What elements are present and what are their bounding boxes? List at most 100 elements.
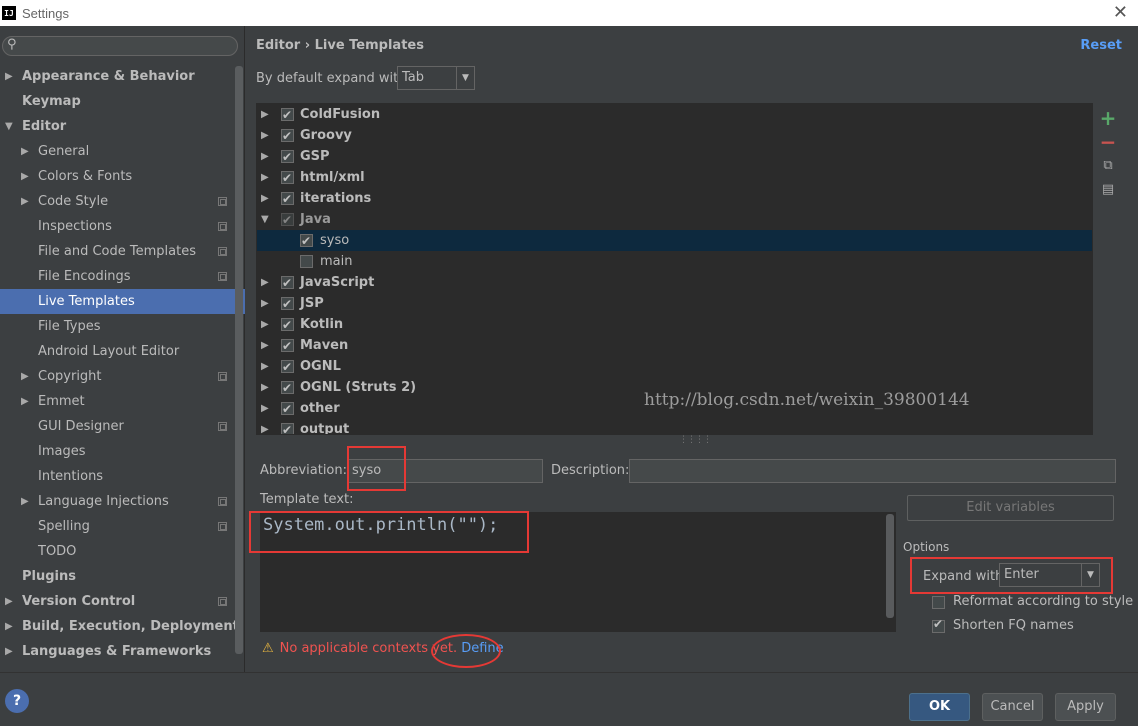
template-checkbox[interactable] bbox=[281, 189, 294, 210]
help-icon[interactable]: ? bbox=[5, 689, 29, 713]
apply-button[interactable]: Apply bbox=[1055, 693, 1116, 721]
template-checkbox[interactable] bbox=[300, 255, 313, 268]
add-icon[interactable]: + bbox=[1098, 106, 1118, 130]
sidebar-item-inspections[interactable]: Inspections bbox=[0, 214, 245, 239]
template-group-row[interactable]: ▶ OGNL bbox=[257, 356, 1092, 378]
template-checkbox[interactable] bbox=[281, 399, 294, 420]
template-checkbox[interactable] bbox=[281, 336, 294, 357]
sidebar-item-android-layout-editor[interactable]: Android Layout Editor bbox=[0, 339, 245, 364]
reformat-checkbox[interactable] bbox=[932, 596, 945, 609]
shorten-fq-checkbox[interactable] bbox=[932, 617, 945, 633]
template-group-row[interactable]: ▶ Maven bbox=[257, 335, 1092, 357]
template-group-row[interactable]: ▶ Kotlin bbox=[257, 314, 1092, 336]
sidebar-item-version-control[interactable]: ▶ Version Control bbox=[0, 589, 245, 614]
editor-scrollbar[interactable] bbox=[886, 514, 894, 618]
template-group-row[interactable]: ▼ Java bbox=[257, 209, 1092, 231]
expand-right-icon[interactable]: ▶ bbox=[261, 146, 269, 167]
sidebar-item-copyright[interactable]: ▶ Copyright bbox=[0, 364, 245, 389]
sidebar-item-general[interactable]: ▶ General bbox=[0, 139, 245, 164]
copy-icon[interactable]: ⧉ bbox=[1098, 154, 1118, 178]
template-checkbox[interactable] bbox=[281, 420, 294, 434]
expand-right-icon[interactable]: ▶ bbox=[5, 589, 13, 614]
expand-right-icon[interactable]: ▶ bbox=[261, 125, 269, 146]
expand-right-icon[interactable]: ▶ bbox=[21, 489, 29, 514]
sidebar-item-spelling[interactable]: Spelling bbox=[0, 514, 245, 539]
template-item-row[interactable]: syso bbox=[257, 230, 1092, 252]
sidebar-item-code-style[interactable]: ▶ Code Style bbox=[0, 189, 245, 214]
expand-right-icon[interactable]: ▶ bbox=[21, 164, 29, 189]
expand-right-icon[interactable]: ▶ bbox=[261, 314, 269, 335]
template-checkbox[interactable] bbox=[281, 357, 294, 378]
expand-right-icon[interactable]: ▶ bbox=[261, 335, 269, 356]
cancel-button[interactable]: Cancel bbox=[982, 693, 1043, 721]
template-group-row[interactable]: ▶ GSP bbox=[257, 146, 1092, 168]
expand-down-icon[interactable]: ▼ bbox=[261, 209, 269, 230]
expand-right-icon[interactable]: ▶ bbox=[21, 389, 29, 414]
default-expand-select[interactable]: Tab ▼ bbox=[397, 66, 475, 90]
template-checkbox[interactable] bbox=[281, 168, 294, 189]
expand-right-icon[interactable]: ▶ bbox=[261, 188, 269, 209]
sidebar-item-intentions[interactable]: Intentions bbox=[0, 464, 245, 489]
description-label: Description: bbox=[551, 463, 630, 478]
sidebar-item-colors-fonts[interactable]: ▶ Colors & Fonts bbox=[0, 164, 245, 189]
change-context-icon[interactable]: ▤ bbox=[1098, 178, 1118, 202]
expand-right-icon[interactable]: ▶ bbox=[21, 364, 29, 389]
sidebar-item-keymap[interactable]: Keymap bbox=[0, 89, 245, 114]
template-checkbox[interactable] bbox=[281, 210, 294, 231]
template-checkbox[interactable] bbox=[281, 315, 294, 336]
expand-right-icon[interactable]: ▶ bbox=[261, 272, 269, 293]
close-icon[interactable]: ✕ bbox=[1113, 2, 1128, 23]
expand-right-icon[interactable]: ▶ bbox=[21, 139, 29, 164]
template-group-row[interactable]: ▶ JavaScript bbox=[257, 272, 1092, 294]
splitter-handle[interactable]: ⋮⋮⋮⋮ bbox=[679, 435, 712, 445]
template-checkbox[interactable] bbox=[300, 231, 313, 252]
sidebar-item-file-and-code-templates[interactable]: File and Code Templates bbox=[0, 239, 245, 264]
sidebar-item-emmet[interactable]: ▶ Emmet bbox=[0, 389, 245, 414]
template-checkbox[interactable] bbox=[281, 147, 294, 168]
expand-right-icon[interactable]: ▶ bbox=[21, 189, 29, 214]
template-checkbox[interactable] bbox=[281, 273, 294, 294]
template-checkbox[interactable] bbox=[281, 126, 294, 147]
sidebar-item-live-templates[interactable]: Live Templates bbox=[0, 289, 245, 314]
sidebar-item-build-execution-deployment[interactable]: ▶ Build, Execution, Deployment bbox=[0, 614, 245, 639]
template-group-row[interactable]: ▶ Groovy bbox=[257, 125, 1092, 147]
remove-icon[interactable]: − bbox=[1098, 130, 1118, 154]
template-group-row[interactable]: ▶ html/xml bbox=[257, 167, 1092, 189]
sidebar-item-file-types[interactable]: File Types bbox=[0, 314, 245, 339]
sidebar-item-appearance-behavior[interactable]: ▶ Appearance & Behavior bbox=[0, 64, 245, 89]
template-checkbox[interactable] bbox=[281, 294, 294, 315]
expand-right-icon[interactable]: ▶ bbox=[261, 104, 269, 125]
template-group-row[interactable]: ▶ iterations bbox=[257, 188, 1092, 210]
template-checkbox[interactable] bbox=[281, 378, 294, 399]
sidebar-item-gui-designer[interactable]: GUI Designer bbox=[0, 414, 245, 439]
expand-right-icon[interactable]: ▶ bbox=[5, 64, 13, 89]
expand-right-icon[interactable]: ▶ bbox=[261, 398, 269, 419]
reset-link[interactable]: Reset bbox=[1080, 38, 1122, 53]
sidebar-item-editor[interactable]: ▼ Editor bbox=[0, 114, 245, 139]
sidebar-item-images[interactable]: Images bbox=[0, 439, 245, 464]
sidebar-item-file-encodings[interactable]: File Encodings bbox=[0, 264, 245, 289]
expand-down-icon[interactable]: ▼ bbox=[5, 114, 13, 139]
edit-variables-button[interactable]: Edit variables bbox=[907, 495, 1114, 521]
settings-search-input[interactable]: ⚲ bbox=[2, 36, 238, 56]
sidebar-item-todo[interactable]: TODO bbox=[0, 539, 245, 564]
template-group-row[interactable]: ▶ ColdFusion bbox=[257, 104, 1092, 126]
expand-right-icon[interactable]: ▶ bbox=[5, 639, 13, 664]
project-settings-icon bbox=[218, 497, 227, 506]
ok-button[interactable]: OK bbox=[909, 693, 970, 721]
description-input[interactable] bbox=[629, 459, 1116, 483]
expand-right-icon[interactable]: ▶ bbox=[261, 419, 269, 434]
expand-right-icon[interactable]: ▶ bbox=[261, 377, 269, 398]
template-checkbox[interactable] bbox=[281, 105, 294, 126]
expand-right-icon[interactable]: ▶ bbox=[261, 356, 269, 377]
expand-right-icon[interactable]: ▶ bbox=[261, 293, 269, 314]
sidebar-item-languages-frameworks[interactable]: ▶ Languages & Frameworks bbox=[0, 639, 245, 664]
sidebar-scrollbar[interactable] bbox=[235, 66, 243, 654]
template-group-row[interactable]: ▶ JSP bbox=[257, 293, 1092, 315]
expand-right-icon[interactable]: ▶ bbox=[261, 167, 269, 188]
sidebar-item-plugins[interactable]: Plugins bbox=[0, 564, 245, 589]
sidebar-item-language-injections[interactable]: ▶ Language Injections bbox=[0, 489, 245, 514]
template-item-row[interactable]: main bbox=[257, 251, 1092, 272]
template-group-row[interactable]: ▶ output bbox=[257, 419, 1092, 434]
expand-right-icon[interactable]: ▶ bbox=[5, 614, 13, 639]
